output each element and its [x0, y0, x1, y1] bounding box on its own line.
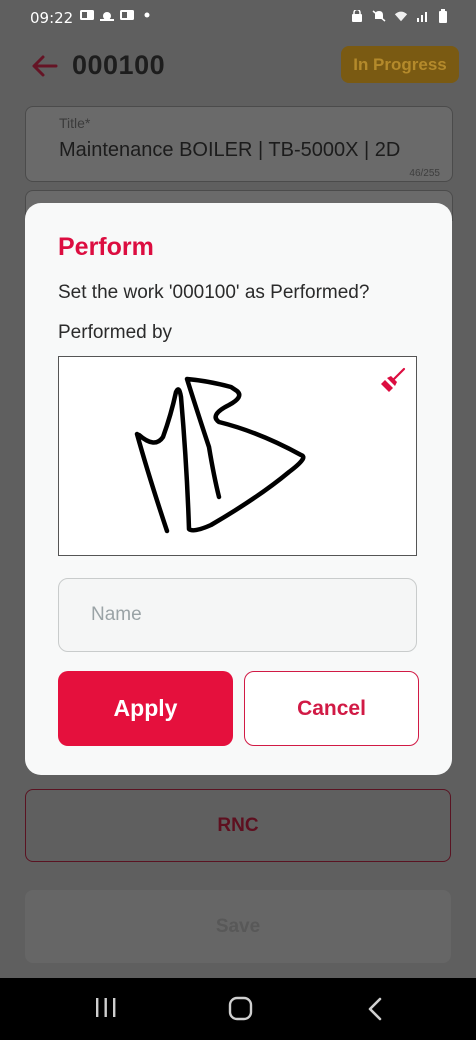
- signature-pad[interactable]: [58, 356, 417, 556]
- recents-icon[interactable]: [95, 996, 117, 1020]
- home-icon[interactable]: [228, 996, 254, 1022]
- status-time: 09:22: [30, 9, 74, 27]
- wifi-icon: [394, 11, 408, 22]
- signal-icon: [417, 12, 427, 22]
- back-nav-icon[interactable]: [366, 996, 384, 1022]
- signature-drawing: [134, 376, 306, 534]
- lock-icon: [352, 10, 362, 22]
- work-code: 000100: [72, 50, 166, 80]
- title-char-counter: 46/255: [409, 168, 440, 179]
- status-badge: In Progress: [341, 46, 459, 83]
- outlook-icon: [120, 10, 134, 20]
- cancel-button[interactable]: Cancel: [244, 671, 419, 746]
- status-bar: 09:22: [0, 0, 476, 36]
- title-field-value[interactable]: Maintenance BOILER | TB-5000X | 2D: [59, 139, 439, 162]
- apply-button[interactable]: Apply: [58, 671, 233, 746]
- weather-icon: [100, 12, 114, 21]
- performed-by-label: Performed by: [58, 322, 173, 343]
- back-arrow-icon[interactable]: [30, 52, 58, 80]
- battery-icon: [439, 9, 447, 23]
- rnc-button[interactable]: RNC: [25, 789, 451, 862]
- save-button[interactable]: Save: [25, 890, 451, 963]
- outlook-icon: [80, 10, 94, 20]
- mute-icon: [372, 10, 386, 22]
- dot-icon: [144, 12, 150, 18]
- title-field[interactable]: Title* Maintenance BOILER | TB-5000X | 2…: [25, 106, 453, 182]
- dialog-message: Set the work '000100' as Performed?: [58, 282, 370, 303]
- header: 000100 In Progress: [0, 36, 476, 100]
- perform-dialog: Perform Set the work '000100' as Perform…: [25, 203, 452, 775]
- navigation-bar: [0, 978, 476, 1040]
- dialog-title: Perform: [58, 233, 154, 261]
- title-field-label: Title*: [59, 115, 91, 131]
- name-input[interactable]: [58, 578, 417, 652]
- clear-signature-icon[interactable]: [380, 367, 406, 393]
